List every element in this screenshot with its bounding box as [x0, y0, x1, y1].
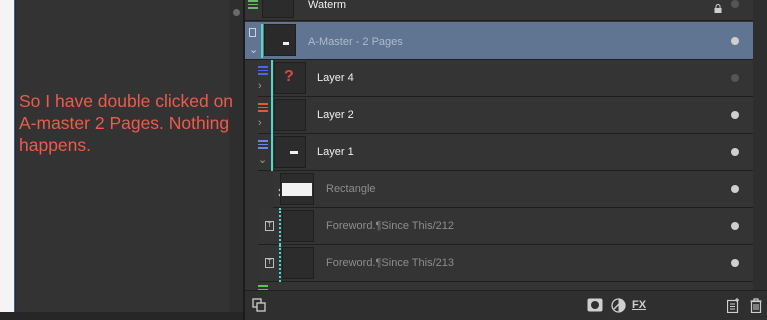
fx-button[interactable]: FX — [630, 296, 648, 314]
trash-icon[interactable] — [747, 296, 765, 314]
layer-type-icon — [258, 103, 268, 114]
layer-row-waterm[interactable]: Waterm — [245, 0, 753, 21]
layer-thumbnail — [282, 247, 314, 279]
arrange-icon[interactable] — [250, 296, 268, 314]
layer-thumbnail — [282, 210, 314, 242]
layer-type-icon — [248, 0, 258, 11]
layer-row-rectangle[interactable]: Rectangle — [273, 171, 753, 208]
chevron-down-icon[interactable]: ⌄ — [258, 153, 267, 166]
vertical-scrollbar[interactable] — [229, 0, 244, 312]
scroll-thumb[interactable] — [233, 9, 240, 16]
layer-name: Layer 2 — [317, 109, 354, 121]
add-layer-icon[interactable] — [724, 296, 742, 314]
layer-row-a-master[interactable]: ⌄ A-Master - 2 Pages — [245, 22, 753, 60]
visibility-toggle[interactable] — [731, 0, 739, 8]
layer-name: Layer 1 — [317, 146, 354, 158]
hierarchy-line — [271, 97, 273, 134]
adjustment-icon[interactable] — [609, 296, 627, 314]
visibility-toggle[interactable] — [731, 185, 739, 193]
layer-name: Layer 4 — [317, 72, 354, 84]
layer-type-icon — [258, 140, 268, 151]
visibility-toggle[interactable] — [731, 148, 739, 156]
chevron-right-icon[interactable]: › — [258, 80, 262, 92]
text-frame-icon: T — [265, 258, 274, 268]
document-canvas[interactable] — [16, 0, 229, 312]
layer-row-layer-2[interactable]: › Layer 2 — [258, 97, 753, 134]
chevron-down-icon[interactable]: ⌄ — [249, 43, 258, 56]
layer-name: A-Master - 2 Pages — [308, 36, 403, 48]
master-page-icon — [249, 28, 256, 37]
missing-item-icon: ? — [284, 68, 294, 85]
layer-name: Waterm — [308, 0, 347, 11]
lock-icon[interactable] — [714, 0, 722, 13]
layers-toolbar: FX — [245, 290, 767, 320]
hierarchy-line — [271, 60, 273, 97]
layer-row-foreword-213[interactable]: T Foreword.¶Since This/213 — [258, 245, 753, 282]
layer-row-foreword-212[interactable]: T Foreword.¶Since This/212 — [258, 208, 753, 245]
layer-name: Foreword.¶Since This/213 — [326, 257, 454, 269]
visibility-toggle[interactable] — [731, 74, 739, 82]
visibility-toggle[interactable] — [731, 37, 739, 45]
visibility-toggle[interactable] — [731, 111, 739, 119]
layer-name: Rectangle — [326, 183, 376, 195]
layer-thumbnail — [280, 173, 314, 205]
layer-thumbnail — [262, 0, 294, 18]
layer-row-layer-4[interactable]: › ? Layer 4 — [258, 60, 753, 97]
document-page-edge — [0, 0, 15, 320]
hierarchy-line — [279, 245, 281, 282]
layer-name: Foreword.¶Since This/212 — [326, 220, 454, 232]
hierarchy-line — [271, 134, 273, 171]
layer-thumbnail: ? — [274, 62, 306, 94]
hierarchy-line — [279, 208, 281, 245]
visibility-toggle[interactable] — [731, 222, 739, 230]
visibility-toggle[interactable] — [731, 259, 739, 267]
mask-icon[interactable] — [586, 296, 604, 314]
layer-row-partial[interactable] — [258, 282, 753, 290]
canvas-footer — [0, 312, 244, 320]
layer-thumbnail — [274, 136, 306, 168]
text-frame-icon: T — [265, 221, 274, 231]
layers-panel: Waterm ⌄ A-Master - 2 Pages › ? Layer 4 — [245, 0, 767, 320]
layer-row-layer-1[interactable]: ⌄ Layer 1 — [258, 134, 753, 171]
layer-type-icon — [258, 66, 268, 77]
layer-thumbnail — [274, 99, 306, 131]
chevron-right-icon[interactable]: › — [258, 117, 262, 129]
selection-indicator — [261, 24, 263, 58]
panel-scrollbar[interactable] — [753, 0, 767, 290]
layer-thumbnail — [264, 24, 296, 56]
annotation-text: So I have double clicked on A-master 2 P… — [19, 91, 234, 155]
